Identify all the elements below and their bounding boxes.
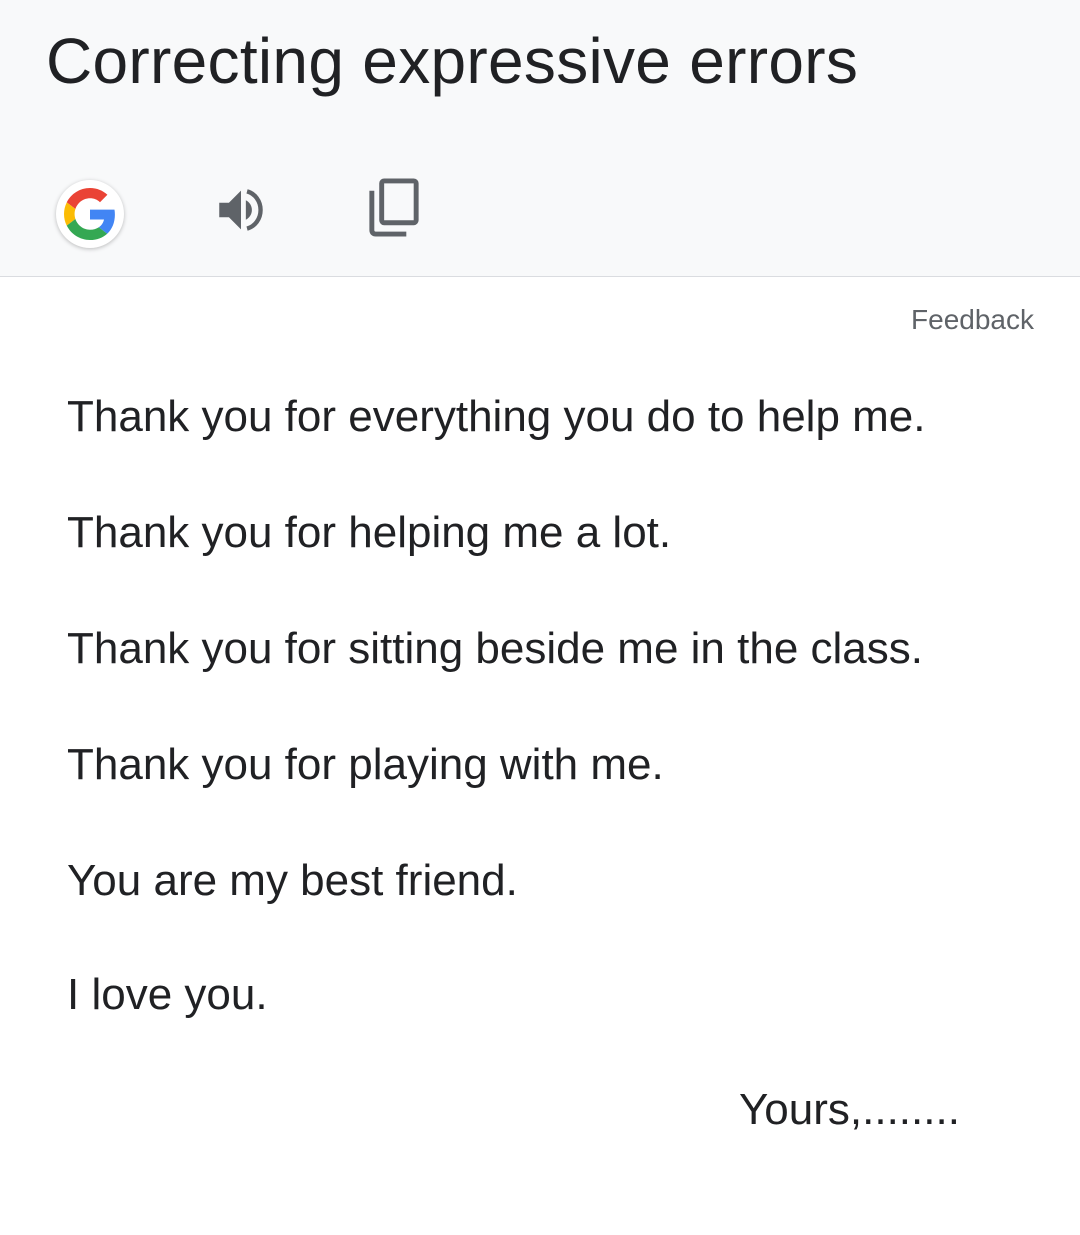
google-search-button[interactable] <box>56 180 124 248</box>
letter-line: Thank you for playing with me. <box>67 740 664 789</box>
feedback-container: Feedback <box>870 300 1050 330</box>
listen-button[interactable] <box>207 176 275 244</box>
letter-line: Thank you for sitting beside me in the c… <box>67 624 923 673</box>
letter-line: Thank you for helping me a lot. <box>67 508 672 557</box>
result-header: Correcting expressive errors <box>0 0 1080 277</box>
feedback-link[interactable]: Feedback <box>911 304 1034 330</box>
copy-button[interactable] <box>360 172 428 244</box>
speaker-icon <box>219 189 263 231</box>
copy-icon <box>369 178 419 237</box>
letter-line: Thank you for everything you do to help … <box>67 392 926 441</box>
letter-line: I love you. <box>67 970 268 1019</box>
action-bar <box>0 0 1080 277</box>
letter-signoff: Yours,........ <box>739 1085 960 1134</box>
google-g-icon <box>64 188 115 240</box>
letter-line: You are my best friend. <box>67 856 518 905</box>
